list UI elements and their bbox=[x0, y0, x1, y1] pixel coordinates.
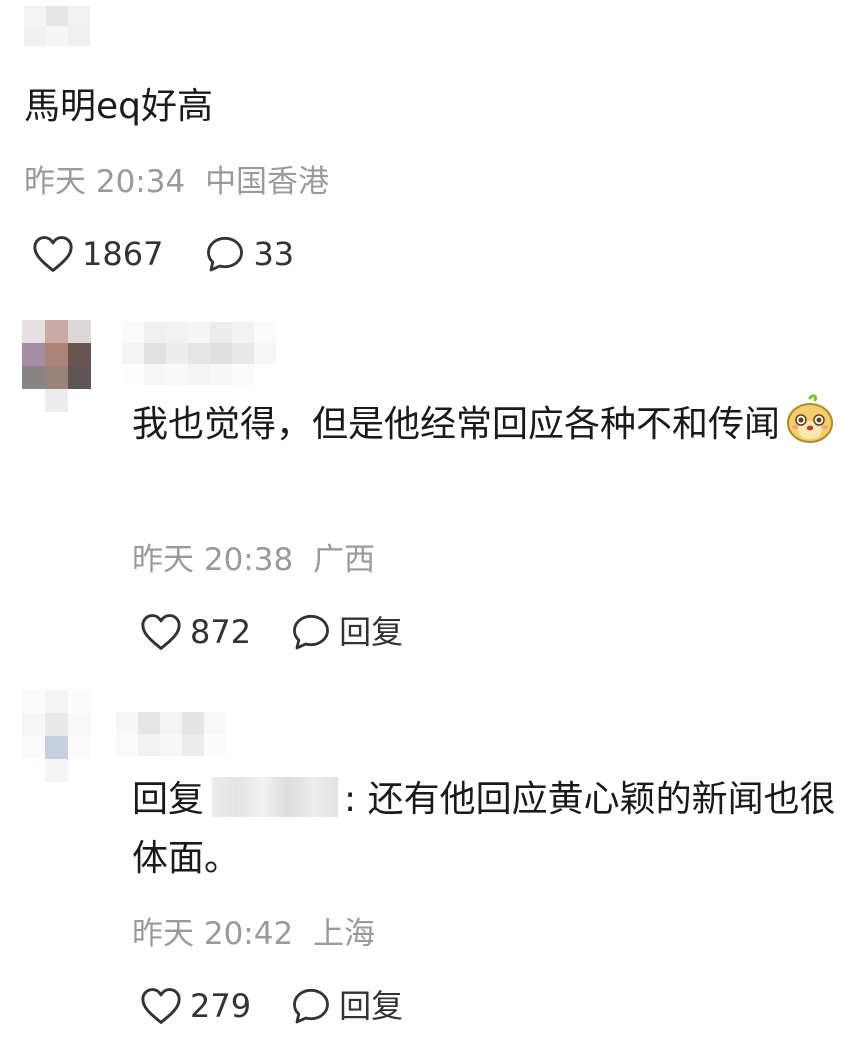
comment-text: 馬明eq好高 bbox=[24, 86, 214, 127]
heart-icon bbox=[141, 614, 181, 650]
like-button[interactable]: 1867 bbox=[32, 234, 163, 274]
comment-bubble-icon bbox=[293, 614, 330, 650]
avatar[interactable] bbox=[22, 320, 91, 412]
like-count: 1867 bbox=[82, 235, 164, 273]
reply-location: 广西 bbox=[313, 542, 376, 578]
mentioned-user-blurred[interactable] bbox=[212, 777, 339, 817]
reply-button-label: 回复 bbox=[339, 613, 404, 651]
reply-count: 33 bbox=[253, 235, 295, 273]
reply-count-button[interactable]: 33 bbox=[205, 234, 294, 274]
like-button[interactable]: 872 bbox=[140, 612, 251, 652]
reply-button[interactable]: 回复 bbox=[291, 986, 403, 1026]
reply-time: 昨天 20:42 bbox=[132, 916, 294, 952]
reply-time: 昨天 20:38 bbox=[132, 542, 294, 578]
reply-body: 我也觉得，但是他经常回应各种不和传闻 bbox=[132, 404, 781, 445]
reply-meta: 昨天 20:38 广西 bbox=[132, 540, 375, 580]
reply-button[interactable]: 回复 bbox=[291, 612, 403, 652]
reply-prefix: 回复 bbox=[132, 779, 205, 820]
reply-actions: 279 回复 bbox=[140, 986, 403, 1026]
reply-author-name-blurred[interactable] bbox=[122, 322, 276, 385]
comment-meta: 昨天 20:34 中国香港 bbox=[24, 162, 329, 202]
reply-text: 我也觉得，但是他经常回应各种不和传闻 bbox=[132, 394, 844, 462]
reply-author-name-blurred[interactable] bbox=[116, 712, 226, 756]
avatar[interactable] bbox=[22, 690, 91, 782]
like-count: 872 bbox=[190, 613, 252, 651]
comment-bubble-icon bbox=[207, 236, 244, 272]
like-button[interactable]: 279 bbox=[140, 986, 251, 1026]
mole-emoji bbox=[784, 394, 836, 462]
like-count: 279 bbox=[190, 987, 252, 1025]
reply-text: 回复: 还有他回应黄心颖的新闻也很体面。 bbox=[132, 770, 844, 888]
comment-time: 昨天 20:34 bbox=[24, 164, 186, 200]
comment-location: 中国香港 bbox=[205, 164, 330, 200]
reply-actions: 872 回复 bbox=[140, 612, 403, 652]
comment-author-name-blurred[interactable] bbox=[24, 6, 90, 46]
reply-meta: 昨天 20:42 上海 bbox=[132, 914, 375, 954]
comment-bubble-icon bbox=[293, 988, 330, 1024]
reply-button-label: 回复 bbox=[339, 987, 404, 1025]
heart-icon bbox=[141, 988, 181, 1024]
comment-actions: 1867 33 bbox=[32, 234, 294, 274]
reply-location: 上海 bbox=[313, 916, 376, 952]
heart-icon bbox=[33, 236, 73, 272]
